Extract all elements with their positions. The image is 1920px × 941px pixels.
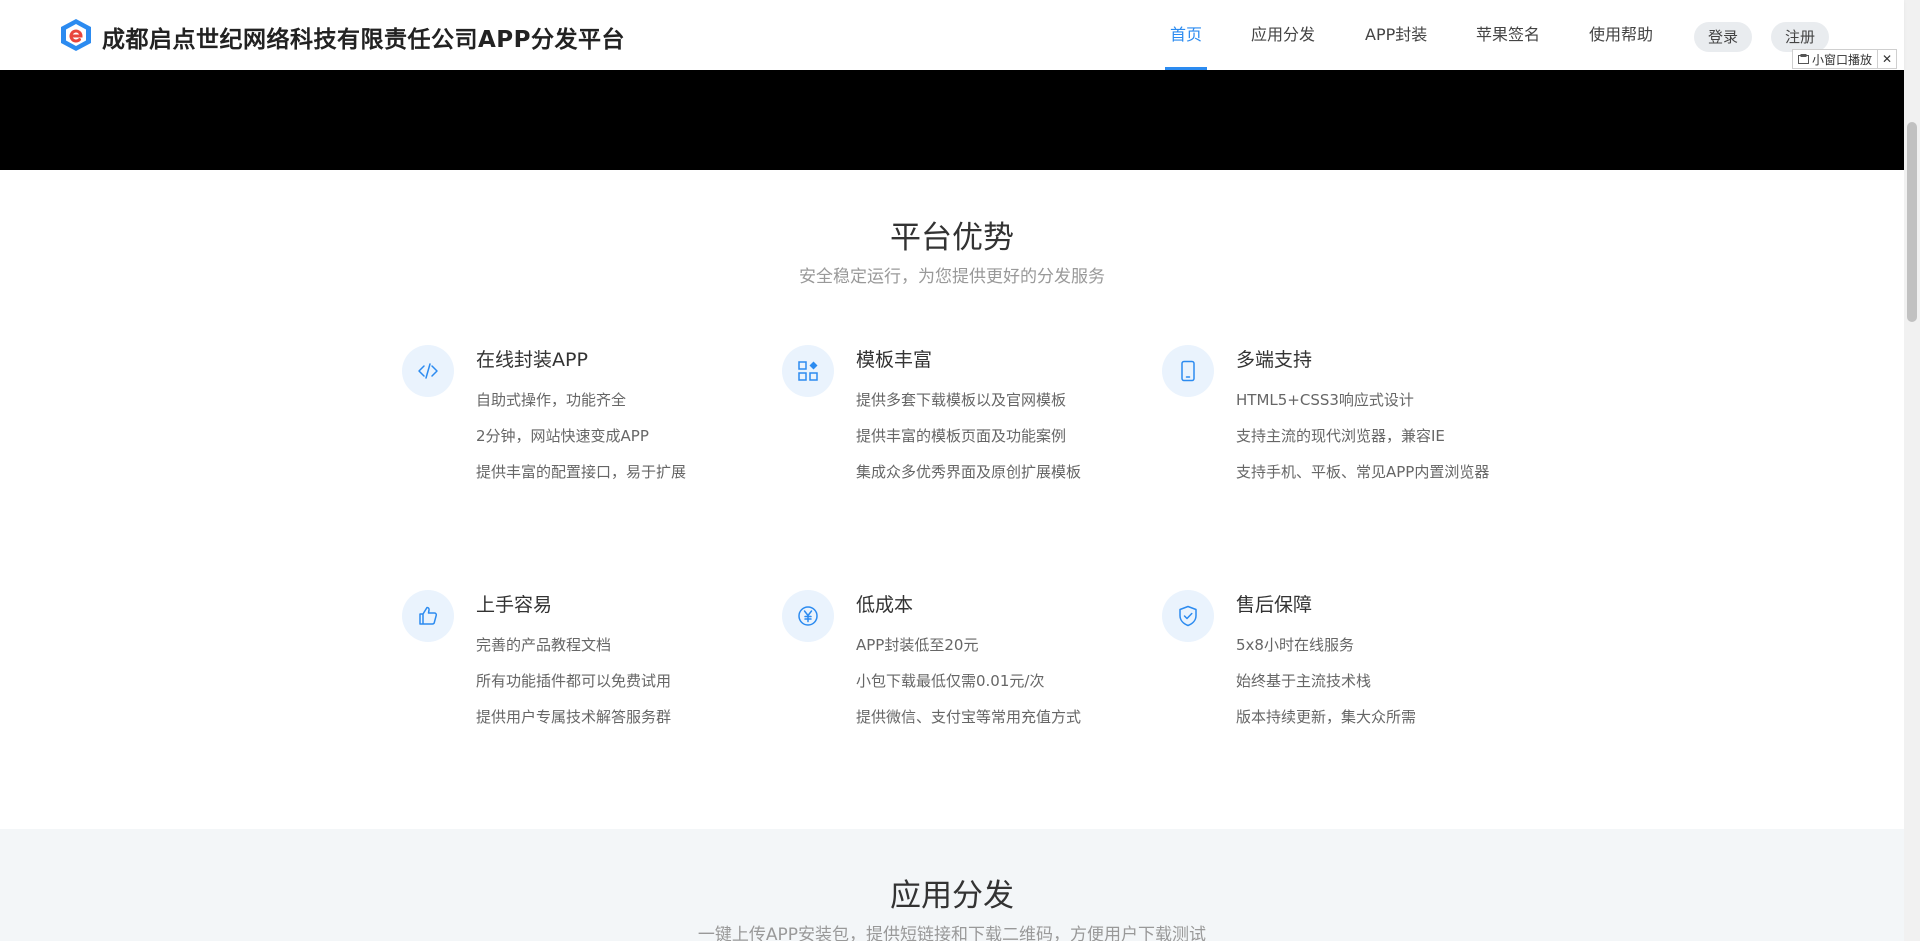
picture-in-picture-icon xyxy=(1798,54,1809,64)
feature-title: 在线封装APP xyxy=(476,349,588,371)
feature-title: 售后保障 xyxy=(1236,594,1313,616)
brand-logo-icon[interactable] xyxy=(60,18,92,52)
feature-line: 支持手机、平板、常见APP内置浏览器 xyxy=(1236,463,1490,481)
feature-title: 多端支持 xyxy=(1236,349,1313,371)
feature-line: 提供丰富的模板页面及功能案例 xyxy=(856,427,1067,445)
yen-icon xyxy=(798,606,818,626)
nav-apple-signing[interactable]: 苹果签名 xyxy=(1476,0,1540,70)
login-button[interactable]: 登录 xyxy=(1694,22,1753,52)
advantages-subtitle: 安全稳定运行，为您提供更好的分发服务 xyxy=(799,267,1105,287)
mini-player-label: 小窗口播放 xyxy=(1812,52,1873,67)
shield-check-icon xyxy=(1179,605,1197,627)
thumbs-up-icon xyxy=(419,606,438,625)
feature-title: 模板丰富 xyxy=(856,349,933,371)
feature-icon-circle xyxy=(782,345,834,397)
nav-app-packaging[interactable]: APP封装 xyxy=(1365,0,1427,70)
register-button[interactable]: 注册 xyxy=(1771,22,1830,52)
scrollbar-thumb[interactable] xyxy=(1907,122,1917,322)
distribution-subtitle: 一键上传APP安装包，提供短链接和下载二维码，方便用户下载测试 xyxy=(697,925,1207,941)
nav-home[interactable]: 首页 xyxy=(1164,0,1208,70)
feature-line: 提供微信、支付宝等常用充值方式 xyxy=(856,708,1082,726)
feature-line: 2分钟，网站快速变成APP xyxy=(476,427,649,445)
feature-line: 自助式操作，功能齐全 xyxy=(476,391,627,409)
feature-title: 上手容易 xyxy=(476,594,553,616)
feature-icon-circle xyxy=(402,345,454,397)
feature-line: 支持主流的现代浏览器，兼容IE xyxy=(1236,427,1445,445)
advantages-title: 平台优势 xyxy=(890,220,1014,256)
distribution-section: 应用分发 一键上传APP安装包，提供短链接和下载二维码，方便用户下载测试 xyxy=(0,829,1904,941)
mini-player-toolbar: 小窗口播放 ✕ xyxy=(1792,49,1898,69)
feature-line: HTML5+CSS3响应式设计 xyxy=(1236,391,1414,409)
feature-line: 提供多套下载模板以及官网模板 xyxy=(856,391,1067,409)
feature-line: 完善的产品教程文档 xyxy=(476,636,612,654)
feature-line: 提供用户专属技术解答服务群 xyxy=(476,708,672,726)
feature-line: 所有功能插件都可以免费试用 xyxy=(476,672,672,690)
feature-icon-circle xyxy=(1162,345,1214,397)
distribution-title: 应用分发 xyxy=(890,878,1014,914)
mini-player-close-icon[interactable]: ✕ xyxy=(1878,50,1896,68)
mini-player-button[interactable]: 小窗口播放 xyxy=(1793,50,1879,68)
feature-line: 始终基于主流技术栈 xyxy=(1236,672,1372,690)
feature-line: 提供丰富的配置接口，易于扩展 xyxy=(476,463,687,481)
template-grid-icon xyxy=(798,361,818,381)
feature-title: 低成本 xyxy=(856,594,914,616)
nav-help[interactable]: 使用帮助 xyxy=(1589,0,1653,70)
feature-line: 集成众多优秀界面及原创扩展模板 xyxy=(856,463,1082,481)
page-scrollbar[interactable] xyxy=(1904,0,1920,941)
feature-line: APP封装低至20元 xyxy=(856,636,979,654)
mobile-icon xyxy=(1181,360,1195,382)
feature-line: 版本持续更新，集大众所需 xyxy=(1236,708,1417,726)
top-header: 成都启点世纪网络科技有限责任公司APP分发平台 首页 应用分发 APP封装 苹果… xyxy=(0,0,1904,70)
feature-line: 小包下载最低仅需0.01元/次 xyxy=(856,672,1045,690)
feature-icon-circle xyxy=(402,590,454,642)
feature-icon-circle xyxy=(782,590,834,642)
nav-app-distribution[interactable]: 应用分发 xyxy=(1251,0,1315,70)
code-icon xyxy=(418,363,438,379)
feature-line: 5x8小时在线服务 xyxy=(1236,636,1354,654)
feature-icon-circle xyxy=(1162,590,1214,642)
brand-name[interactable]: 成都启点世纪网络科技有限责任公司APP分发平台 xyxy=(102,20,625,54)
hero-banner xyxy=(0,70,1904,170)
